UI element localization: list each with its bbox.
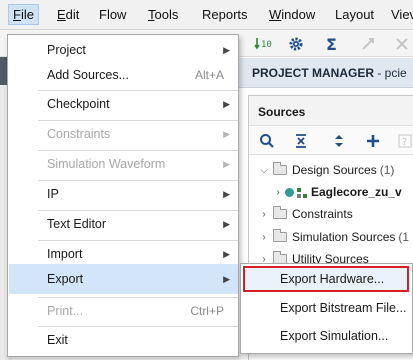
project-name: - pcie xyxy=(374,66,407,80)
submenu-item-label: Export Simulation... xyxy=(280,329,389,343)
folder-icon xyxy=(273,206,287,219)
settings-gear-icon[interactable] xyxy=(285,33,307,55)
tree-label: Simulation Sources xyxy=(292,230,396,244)
svg-text:?: ? xyxy=(402,137,407,148)
folder-icon xyxy=(273,162,287,175)
menu-bar: File Edit Flow Tools Reports Window Layo… xyxy=(0,0,413,30)
menu-layout-label: Layout xyxy=(335,7,375,22)
folder-icon xyxy=(273,229,287,242)
menu-flow[interactable]: Flow xyxy=(97,6,128,23)
menu-edit-mnemonic: E xyxy=(57,7,66,22)
top-module-dot-icon xyxy=(285,187,294,197)
menu-view-label: Viev xyxy=(391,7,413,22)
tree-design-sources[interactable]: ⌵ Design Sources (1) xyxy=(257,160,413,180)
menu-item-label: IP xyxy=(47,187,59,201)
export-submenu: Export Hardware... Export Bitstream File… xyxy=(240,263,413,354)
menu-item-label: Checkpoint xyxy=(47,97,110,111)
submenu-arrow-icon: ▶ xyxy=(223,158,230,169)
svg-text:Σ: Σ xyxy=(326,35,337,53)
hierarchy-icon xyxy=(297,187,307,198)
chevron-right-icon[interactable]: › xyxy=(257,209,271,220)
menu-item-simulation-waveform: Simulation Waveform ▶ xyxy=(9,149,238,179)
submenu-arrow-icon: ▶ xyxy=(223,98,230,109)
menu-reports-label: Reports xyxy=(202,7,248,22)
run-implementation-icon[interactable]: 10 xyxy=(252,33,274,55)
tree-simulation-sources[interactable]: › Simulation Sources (1 xyxy=(257,227,413,247)
menu-item-label: Simulation Waveform xyxy=(47,157,166,171)
menu-item-export-bitstream[interactable]: Export Bitstream File... xyxy=(242,295,412,321)
submenu-arrow-icon: ▶ xyxy=(223,128,230,139)
menu-window[interactable]: Window xyxy=(267,6,317,23)
sources-toolbar: ? xyxy=(249,127,413,155)
tree-count: (1) xyxy=(379,163,395,177)
submenu-item-label: Export Hardware... xyxy=(280,272,385,286)
chevron-down-icon[interactable]: ⌵ xyxy=(257,165,271,176)
submenu-arrow-icon: ▶ xyxy=(223,248,230,259)
expand-all-icon[interactable] xyxy=(329,131,349,151)
menu-item-label: Exit xyxy=(47,333,68,347)
menu-item-label: Constraints xyxy=(47,127,111,141)
sources-title: Sources xyxy=(249,96,413,126)
menu-edit[interactable]: Edit xyxy=(55,6,81,23)
menu-tools-label: ools xyxy=(154,7,179,22)
submenu-arrow-icon: ▶ xyxy=(223,44,230,55)
submenu-arrow-icon: ▶ xyxy=(223,188,230,199)
search-icon[interactable] xyxy=(257,131,277,151)
menu-file-mnemonic: F xyxy=(13,7,21,22)
chevron-right-icon[interactable]: › xyxy=(271,187,285,198)
menu-item-add-sources[interactable]: Add Sources... Alt+A xyxy=(9,60,238,90)
menu-item-ip[interactable]: IP ▶ xyxy=(9,179,238,209)
menu-item-label: Add Sources... xyxy=(47,68,129,82)
menu-item-constraints: Constraints ▶ xyxy=(9,119,238,149)
menu-item-label: Print... xyxy=(47,304,84,318)
menu-item-exit[interactable]: Exit xyxy=(9,325,238,355)
cross-tool-icon xyxy=(391,33,413,55)
collapse-all-icon[interactable] xyxy=(291,131,311,151)
menu-item-label: Import xyxy=(47,247,83,261)
tree-top-module[interactable]: › Eaglecore_zu_v xyxy=(271,182,413,202)
menu-reports[interactable]: Reports xyxy=(200,6,250,23)
menu-item-export-simulation[interactable]: Export Simulation... xyxy=(242,323,412,349)
menu-view[interactable]: Viev xyxy=(389,6,413,23)
sigma-icon[interactable]: Σ xyxy=(321,33,343,55)
menu-item-text-editor[interactable]: Text Editor ▶ xyxy=(9,209,238,239)
tree-constraints[interactable]: › Constraints xyxy=(257,204,413,224)
menu-window-mnemonic: W xyxy=(269,7,282,22)
submenu-arrow-icon: ▶ xyxy=(223,218,230,229)
tree-label: Constraints xyxy=(292,207,353,221)
menu-window-label: indow xyxy=(281,7,316,22)
menu-layout[interactable]: Layout xyxy=(333,6,376,23)
menu-item-shortcut: Ctrl+P xyxy=(190,304,224,318)
menu-item-print: Print... Ctrl+P xyxy=(9,296,238,326)
menu-file-label: ile xyxy=(20,7,34,22)
menu-tools[interactable]: Tools xyxy=(146,6,180,23)
menu-edit-label: dit xyxy=(65,7,80,22)
menu-item-checkpoint[interactable]: Checkpoint ▶ xyxy=(9,89,238,119)
project-manager-header: PROJECT MANAGER - pcie xyxy=(238,58,413,88)
help-icon: ? xyxy=(395,131,413,151)
menu-file[interactable]: File xyxy=(8,4,39,25)
tree-label: Eaglecore_zu_v xyxy=(311,185,402,199)
project-manager-title: PROJECT MANAGER xyxy=(252,66,375,80)
file-menu-dropdown: Project ▶ Add Sources... Alt+A Checkpoin… xyxy=(7,34,239,357)
submenu-arrow-icon: ▶ xyxy=(223,273,230,284)
chevron-right-icon[interactable]: › xyxy=(257,232,271,243)
menu-item-export[interactable]: Export ▶ xyxy=(9,264,238,294)
menu-item-export-hardware[interactable]: Export Hardware... xyxy=(243,266,409,292)
svg-text:10: 10 xyxy=(261,40,272,50)
menu-item-label: Text Editor xyxy=(47,217,107,231)
menu-item-label: Export xyxy=(47,272,84,286)
add-sources-icon[interactable] xyxy=(363,131,383,151)
menu-item-shortcut: Alt+A xyxy=(194,68,224,82)
tree-count: (1 xyxy=(398,230,410,244)
menu-flow-label: Flow xyxy=(99,7,127,22)
menu-item-label: Project xyxy=(47,43,86,57)
submenu-item-label: Export Bitstream File... xyxy=(280,301,407,315)
disabled-tool-icon xyxy=(357,33,379,55)
tree-label: Design Sources xyxy=(292,163,377,177)
